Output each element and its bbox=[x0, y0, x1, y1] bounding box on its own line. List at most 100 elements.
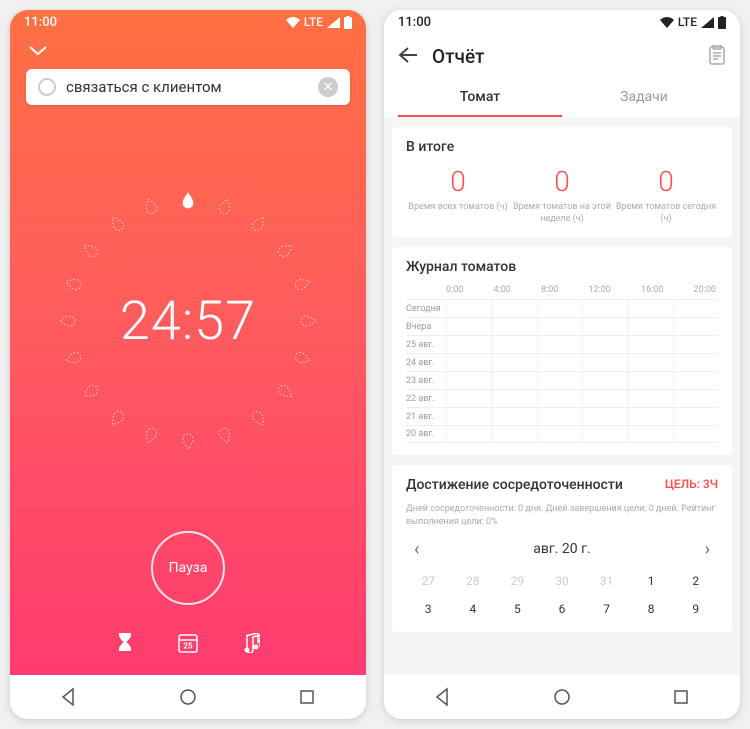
task-label: связаться с клиентом bbox=[66, 78, 308, 96]
journal-row: 24 авг. bbox=[406, 353, 718, 371]
stat-item: 0Время томатов на этой неделе (ч) bbox=[510, 165, 614, 225]
chevron-down-icon[interactable] bbox=[10, 34, 366, 63]
clock-tick bbox=[299, 314, 317, 328]
calendar-day[interactable]: 7 bbox=[584, 598, 629, 620]
stat-value: 0 bbox=[614, 165, 718, 198]
android-navbar bbox=[10, 675, 366, 719]
journal-time-tick: 12:00 bbox=[588, 285, 610, 295]
report-header: Отчёт Томат Задачи bbox=[384, 34, 740, 117]
journal-time-tick: 16:00 bbox=[641, 285, 663, 295]
focus-stats-text: Дней сосредоточенности: 0 дня. Дней заве… bbox=[406, 503, 718, 528]
nav-home-icon[interactable] bbox=[552, 687, 572, 707]
back-arrow-icon[interactable] bbox=[398, 44, 418, 69]
task-checkbox[interactable] bbox=[38, 78, 56, 96]
page-title: Отчёт bbox=[432, 45, 694, 68]
pause-button[interactable]: Пауза bbox=[151, 531, 225, 605]
cal-month-label: авг. 20 г. bbox=[533, 541, 590, 557]
nav-recent-icon[interactable] bbox=[671, 687, 691, 707]
stats-row: 0Время всех томатов (ч)0Время томатов на… bbox=[406, 165, 718, 225]
clipboard-icon[interactable] bbox=[708, 45, 726, 69]
calendar-day[interactable]: 28 bbox=[451, 570, 496, 592]
journal-heading: Журнал томатов bbox=[406, 259, 718, 275]
timer-screen: 11:00 LTE связаться с клиентом ✕ 24:57 П… bbox=[10, 10, 366, 675]
stat-label: Время томатов сегодня (ч) bbox=[614, 202, 718, 225]
calendar-day[interactable]: 4 bbox=[451, 598, 496, 620]
status-time: 11:00 bbox=[398, 15, 431, 30]
clock-tick bbox=[291, 349, 312, 368]
nav-recent-icon[interactable] bbox=[297, 687, 317, 707]
journal-time-tick: 20:00 bbox=[694, 285, 716, 295]
calendar-day[interactable]: 30 bbox=[540, 570, 585, 592]
music-icon[interactable] bbox=[242, 633, 260, 657]
hourglass-icon[interactable] bbox=[116, 633, 134, 657]
journal-time-tick: 0:00 bbox=[446, 285, 463, 295]
clock-tick bbox=[248, 213, 270, 236]
stat-value: 0 bbox=[510, 165, 614, 198]
status-time: 11:00 bbox=[24, 15, 57, 30]
tab-tasks[interactable]: Задачи bbox=[562, 79, 726, 117]
tab-tomato[interactable]: Томат bbox=[398, 79, 562, 117]
calendar-day[interactable]: 3 bbox=[406, 598, 451, 620]
wifi-icon bbox=[660, 17, 674, 28]
statusbar: 11:00 LTE bbox=[10, 10, 366, 34]
nav-back-icon[interactable] bbox=[59, 687, 79, 707]
journal-time-tick: 8:00 bbox=[541, 285, 558, 295]
calendar-day[interactable]: 6 bbox=[540, 598, 585, 620]
stat-item: 0Время всех томатов (ч) bbox=[406, 165, 510, 225]
clock-tick bbox=[107, 407, 129, 430]
journal-time-axis: 0:004:008:0012:0016:0020:00 bbox=[406, 285, 718, 299]
clock-tick bbox=[80, 381, 103, 403]
android-navbar bbox=[384, 675, 740, 719]
task-card[interactable]: связаться с клиентом ✕ bbox=[26, 69, 350, 105]
stat-label: Время всех томатов (ч) bbox=[406, 202, 510, 214]
calendar-icon[interactable]: 25 bbox=[178, 633, 198, 657]
battery-icon bbox=[344, 16, 352, 29]
signal-icon bbox=[701, 17, 714, 28]
clock-tick bbox=[141, 424, 160, 445]
journal-row: 23 авг. bbox=[406, 371, 718, 389]
calendar-day[interactable]: 31 bbox=[584, 570, 629, 592]
cal-next-icon[interactable]: › bbox=[697, 537, 718, 562]
clock-tick bbox=[181, 432, 195, 450]
network-label: LTE bbox=[678, 15, 697, 29]
clock-face-wrap: 24:57 bbox=[10, 111, 366, 531]
signal-icon bbox=[327, 17, 340, 28]
calendar-day[interactable]: 29 bbox=[495, 570, 540, 592]
goal-badge[interactable]: ЦЕЛЬ: 3Ч bbox=[665, 477, 718, 491]
journal-day-label: Сегодня bbox=[406, 304, 446, 314]
journal-day-label: 24 авг. bbox=[406, 358, 446, 368]
stat-item: 0 Время томатов сегодня (ч) bbox=[614, 165, 718, 225]
journal-day-label: Вчера bbox=[406, 322, 446, 332]
calendar-day[interactable]: 8 bbox=[629, 598, 674, 620]
journal-day-label: 25 авг. bbox=[406, 340, 446, 350]
calendar-day[interactable]: 9 bbox=[673, 598, 718, 620]
clock-tick bbox=[63, 349, 84, 368]
clock-tick bbox=[80, 240, 103, 262]
focus-card: Достижение сосредоточенности ЦЕЛЬ: 3Ч Дн… bbox=[392, 465, 732, 631]
clock-tick bbox=[107, 213, 129, 236]
nav-home-icon[interactable] bbox=[178, 687, 198, 707]
clock-tick bbox=[274, 381, 297, 403]
calendar-day[interactable]: 1 bbox=[629, 570, 674, 592]
clear-task-icon[interactable]: ✕ bbox=[318, 77, 338, 97]
calendar-day[interactable]: 5 bbox=[495, 598, 540, 620]
cal-prev-icon[interactable]: ‹ bbox=[406, 537, 427, 562]
battery-icon bbox=[718, 16, 726, 29]
calendar-day[interactable]: 2 bbox=[673, 570, 718, 592]
nav-back-icon[interactable] bbox=[433, 687, 453, 707]
clock-tick bbox=[141, 196, 160, 217]
clock-tick bbox=[274, 240, 297, 262]
clock-tick bbox=[248, 407, 270, 430]
journal-day-label: 21 авг. bbox=[406, 412, 446, 422]
status-icons: LTE bbox=[286, 15, 352, 29]
clock-tick bbox=[216, 196, 235, 217]
bottom-toolbar: 25 bbox=[10, 633, 366, 675]
journal-row: Сегодня bbox=[406, 299, 718, 317]
report-tabs: Томат Задачи bbox=[398, 79, 726, 117]
wifi-icon bbox=[286, 17, 300, 28]
calendar-grid: 272829303112 3456789 bbox=[406, 570, 718, 620]
calendar-day[interactable]: 27 bbox=[406, 570, 451, 592]
clock-tick bbox=[216, 424, 235, 445]
journal-row: 25 авг. bbox=[406, 335, 718, 353]
journal-grid: СегодняВчера25 авг.24 авг.23 авг.22 авг.… bbox=[406, 299, 718, 443]
